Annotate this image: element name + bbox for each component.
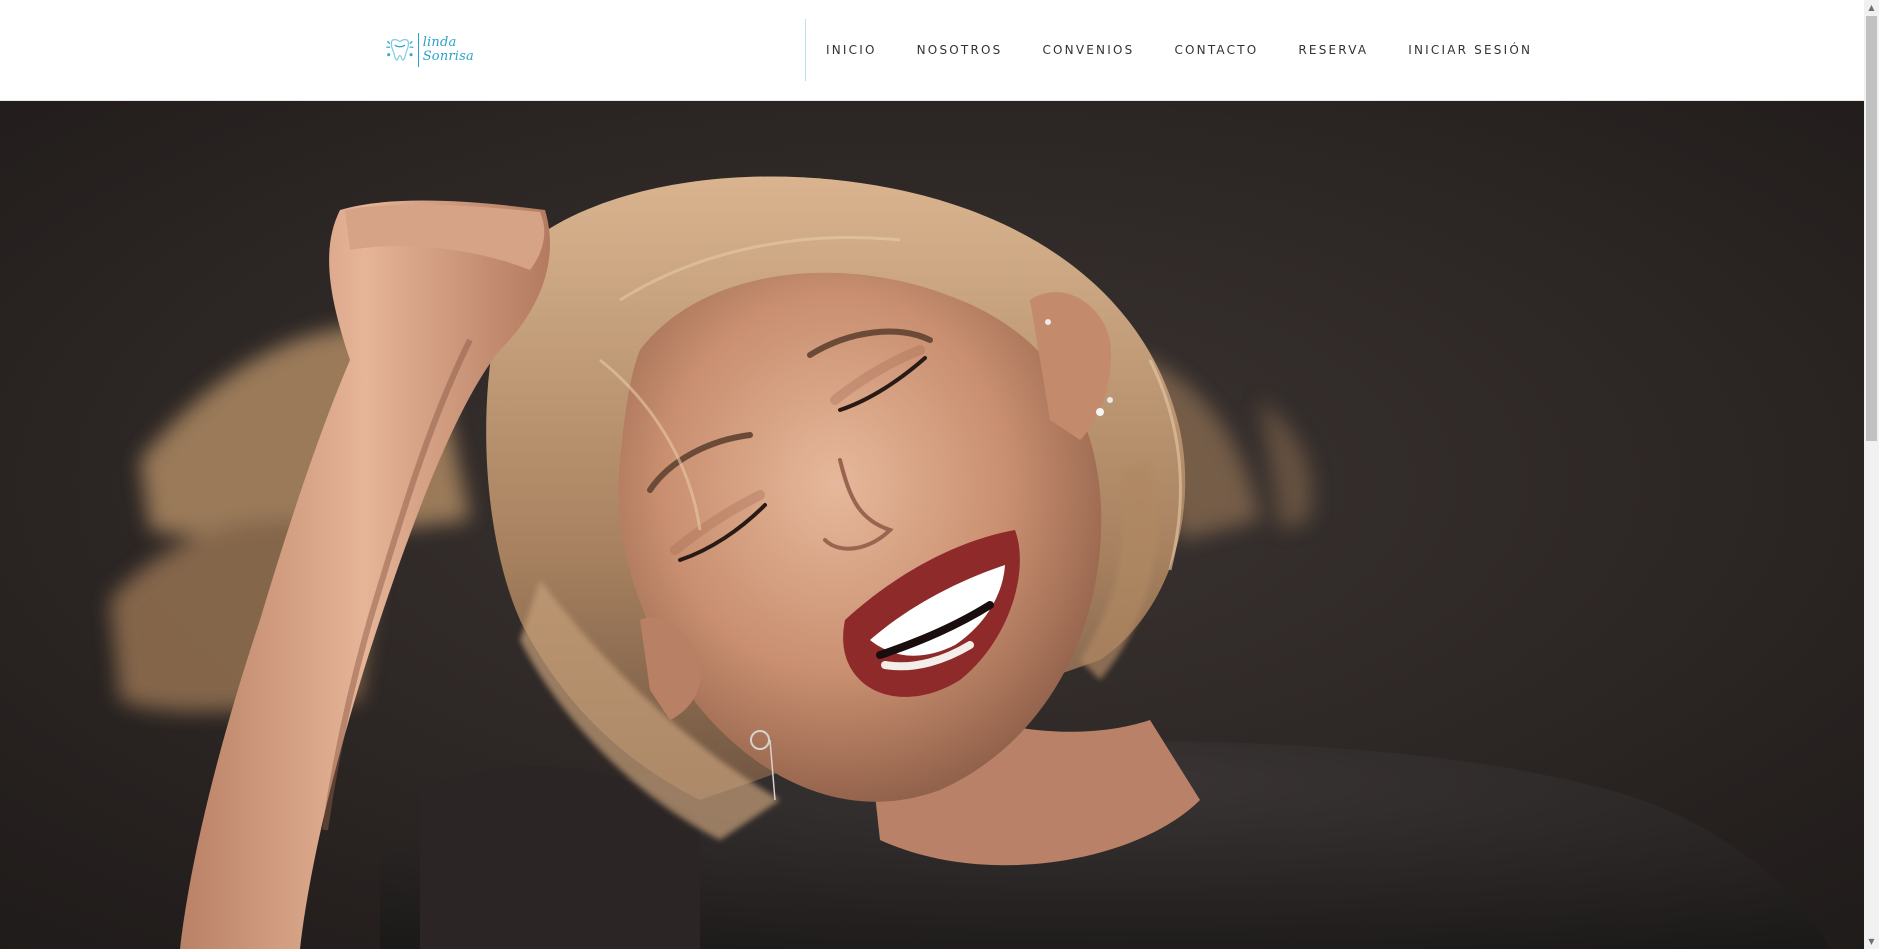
- brand-name-line2: Sonrisa: [422, 49, 474, 64]
- nav-link-iniciar-sesion[interactable]: INICIAR SESIÓN: [1408, 43, 1532, 57]
- hero-photo: [0, 100, 1864, 949]
- site-header: linda Sonrisa INICIO NOSOTROS CONVENIOS …: [0, 0, 1864, 101]
- brand-name-line1: linda: [422, 35, 457, 50]
- tooth-icon: [386, 39, 414, 61]
- page: linda Sonrisa INICIO NOSOTROS CONVENIOS …: [0, 0, 1879, 949]
- hero-section: [0, 100, 1864, 949]
- nav-link-reserva[interactable]: RESERVA: [1298, 43, 1368, 57]
- nav-item-convenios: CONVENIOS: [1042, 43, 1134, 57]
- nav-link-nosotros[interactable]: NOSOTROS: [917, 43, 1003, 57]
- nav-link-convenios[interactable]: CONVENIOS: [1042, 43, 1134, 57]
- brand-logo[interactable]: linda Sonrisa: [384, 30, 474, 70]
- nav-link-inicio[interactable]: INICIO: [826, 43, 877, 57]
- main-nav: INICIO NOSOTROS CONVENIOS CONTACTO RESER…: [826, 0, 1572, 100]
- nav-item-nosotros: NOSOTROS: [917, 43, 1003, 57]
- nav-item-reserva: RESERVA: [1298, 43, 1368, 57]
- logo-divider: [417, 33, 419, 67]
- brand-name: linda Sonrisa: [423, 36, 474, 64]
- nav-item-contacto: CONTACTO: [1174, 43, 1258, 57]
- nav-link-contacto[interactable]: CONTACTO: [1174, 43, 1258, 57]
- scroll-up-arrow-icon[interactable]: ▲: [1864, 0, 1879, 15]
- page-scrollbar[interactable]: ▲ ▼: [1864, 0, 1879, 949]
- nav-divider: [805, 19, 806, 81]
- scroll-down-arrow-icon[interactable]: ▼: [1864, 934, 1879, 949]
- nav-item-inicio: INICIO: [826, 43, 877, 57]
- nav-item-iniciar-sesion: INICIAR SESIÓN: [1408, 43, 1532, 57]
- scrollbar-thumb[interactable]: [1866, 16, 1877, 441]
